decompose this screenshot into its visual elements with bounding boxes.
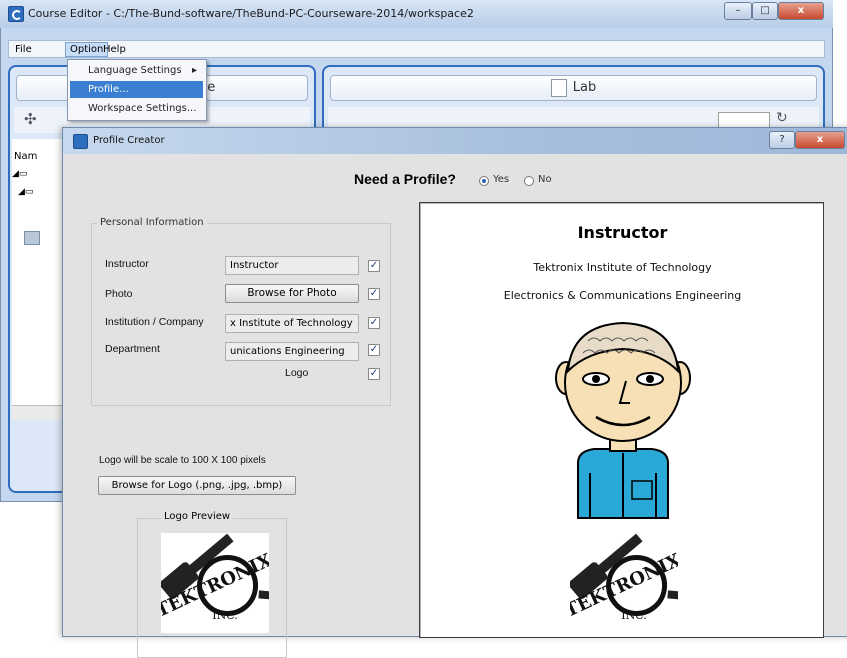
- menu-help[interactable]: Help: [99, 42, 130, 57]
- add-icon[interactable]: ✣: [24, 110, 37, 128]
- institution-label: Institution / Company: [105, 316, 204, 328]
- option-menu-dropdown: Language Settings ▸ Profile... Workspace…: [67, 59, 207, 121]
- preview-institution: Tektronix Institute of Technology: [533, 261, 712, 274]
- minimize-button[interactable]: –: [724, 2, 752, 20]
- dialog-close-button[interactable]: x: [795, 131, 845, 149]
- photo-label: Photo: [105, 288, 133, 300]
- main-title-bar[interactable]: Course Editor - C:/The-Bund-software/The…: [0, 0, 833, 28]
- department-field[interactable]: unications Engineering: [225, 342, 359, 361]
- instructor-checkbox[interactable]: ✓: [368, 260, 380, 272]
- tree-column-header[interactable]: Nam: [14, 151, 37, 162]
- logo-subtext: INC.: [212, 609, 238, 622]
- help-button[interactable]: ?: [769, 131, 795, 149]
- refresh-icon[interactable]: ↻: [776, 110, 788, 126]
- institution-field[interactable]: x Institute of Technology: [225, 314, 359, 333]
- radio-yes-label[interactable]: Yes: [493, 174, 509, 185]
- window-title: Course Editor - C:/The-Bund-software/The…: [28, 7, 474, 20]
- menu-file[interactable]: File: [11, 42, 36, 57]
- department-label: Department: [105, 343, 160, 355]
- personal-information-title: Personal Information: [97, 217, 207, 228]
- instructor-label: Instructor: [105, 258, 149, 270]
- document-icon: [550, 78, 567, 97]
- instructor-field[interactable]: Instructor: [225, 256, 359, 275]
- menu-language-settings[interactable]: Language Settings ▸: [70, 62, 203, 79]
- submenu-arrow-icon: ▸: [191, 65, 197, 76]
- menu-bar: File Option Help: [8, 40, 825, 58]
- logo-checkbox[interactable]: ✓: [368, 368, 380, 380]
- preview-logo-subtext: INC.: [621, 609, 647, 622]
- logo-preview-title: Logo Preview: [161, 511, 234, 522]
- logo-scale-note: Logo will be scale to 100 X 100 pixels: [99, 455, 266, 466]
- dialog-app-icon: [73, 134, 88, 149]
- maximize-button[interactable]: □: [752, 2, 778, 20]
- app-icon: [8, 6, 24, 22]
- dialog-title: Profile Creator: [93, 135, 165, 146]
- tree-subnode-icon[interactable]: ◢▭: [18, 187, 33, 197]
- photo-checkbox[interactable]: ✓: [368, 288, 380, 300]
- need-profile-label: Need a Profile?: [354, 171, 456, 187]
- tektronix-logo-small: TEKTRONIX INC.: [153, 533, 283, 622]
- close-button[interactable]: x: [778, 2, 824, 20]
- radio-no-label[interactable]: No: [538, 174, 552, 185]
- lab-panel-header[interactable]: Lab: [330, 75, 817, 101]
- profile-creator-dialog: Profile Creator ? x Need a Profile? Yes …: [62, 127, 847, 658]
- lab-panel-title: Lab: [572, 80, 597, 95]
- browse-logo-button[interactable]: Browse for Logo (.png, .jpg, .bmp): [98, 476, 296, 495]
- dialog-title-bar[interactable]: Profile Creator ? x: [63, 128, 847, 154]
- tree-node-icon[interactable]: ◢▭: [12, 169, 28, 181]
- language-settings-label: Language Settings: [88, 65, 182, 76]
- tektronix-logo-preview: TEKTRONIX INC.: [570, 533, 678, 622]
- logo-preview-image: TEKTRONIX INC.: [153, 533, 283, 633]
- institution-checkbox[interactable]: ✓: [368, 317, 380, 329]
- browse-photo-button[interactable]: Browse for Photo: [225, 284, 359, 303]
- menu-profile[interactable]: Profile...: [70, 81, 203, 98]
- logo-label: Logo: [285, 367, 309, 379]
- preview-name: Instructor: [577, 223, 668, 242]
- instructor-avatar: [555, 321, 691, 519]
- radio-no[interactable]: [524, 176, 534, 186]
- radio-yes[interactable]: [479, 176, 489, 186]
- profile-preview: Instructor Tektronix Institute of Techno…: [419, 202, 824, 638]
- folder-icon: [24, 231, 40, 245]
- preview-department: Electronics & Communications Engineering: [503, 289, 742, 302]
- menu-workspace-settings[interactable]: Workspace Settings...: [70, 100, 203, 117]
- department-checkbox[interactable]: ✓: [368, 344, 380, 356]
